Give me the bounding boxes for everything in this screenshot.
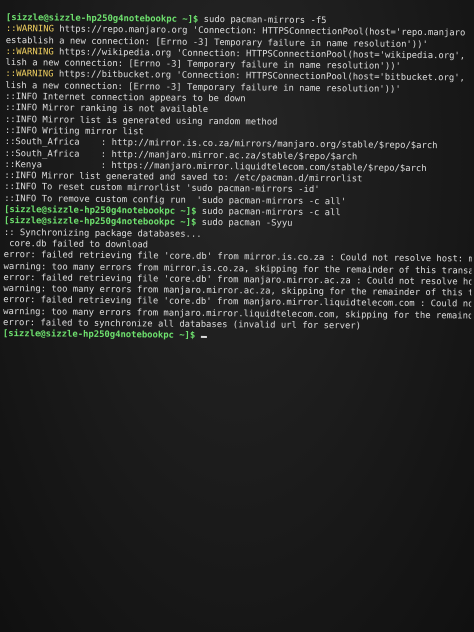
info-mark: ::INFO [4, 182, 37, 193]
warning-mark: ::WARNING [5, 24, 54, 35]
shell-prompt: [sizzle@sizzle-hp250g4notebookpc ~]$ [5, 13, 199, 25]
shell-prompt: [sizzle@sizzle-hp250g4notebookpc ~]$ [3, 216, 197, 229]
info-mark: ::INFO [4, 114, 38, 125]
warning-mark: ::WARNING [5, 69, 54, 80]
command-text: sudo pacman-mirrors -f5 [203, 14, 327, 27]
info-mark: ::INFO [4, 193, 37, 205]
command-text: sudo pacman -Syyu [201, 218, 293, 230]
info-mark: ::INFO [4, 125, 37, 137]
text-cursor [200, 336, 207, 339]
info-mark: ::INFO [5, 103, 38, 114]
info-mark: ::INFO [5, 92, 38, 103]
shell-prompt: [sizzle@sizzle-hp250g4notebookpc ~]$ [4, 205, 197, 217]
terminal-output: [sizzle@sizzle-hp250g4notebookpc ~]$ sud… [3, 13, 474, 345]
terminal-screen: [sizzle@sizzle-hp250g4notebookpc ~]$ sud… [0, 0, 474, 632]
shell-prompt: [sizzle@sizzle-hp250g4notebookpc ~]$ [2, 329, 196, 342]
command-text: sudo pacman-mirrors -c all [201, 206, 341, 219]
warning-mark: ::WARNING [5, 46, 54, 58]
sync-mark: :: [3, 227, 15, 238]
info-mark: ::INFO [4, 171, 37, 182]
